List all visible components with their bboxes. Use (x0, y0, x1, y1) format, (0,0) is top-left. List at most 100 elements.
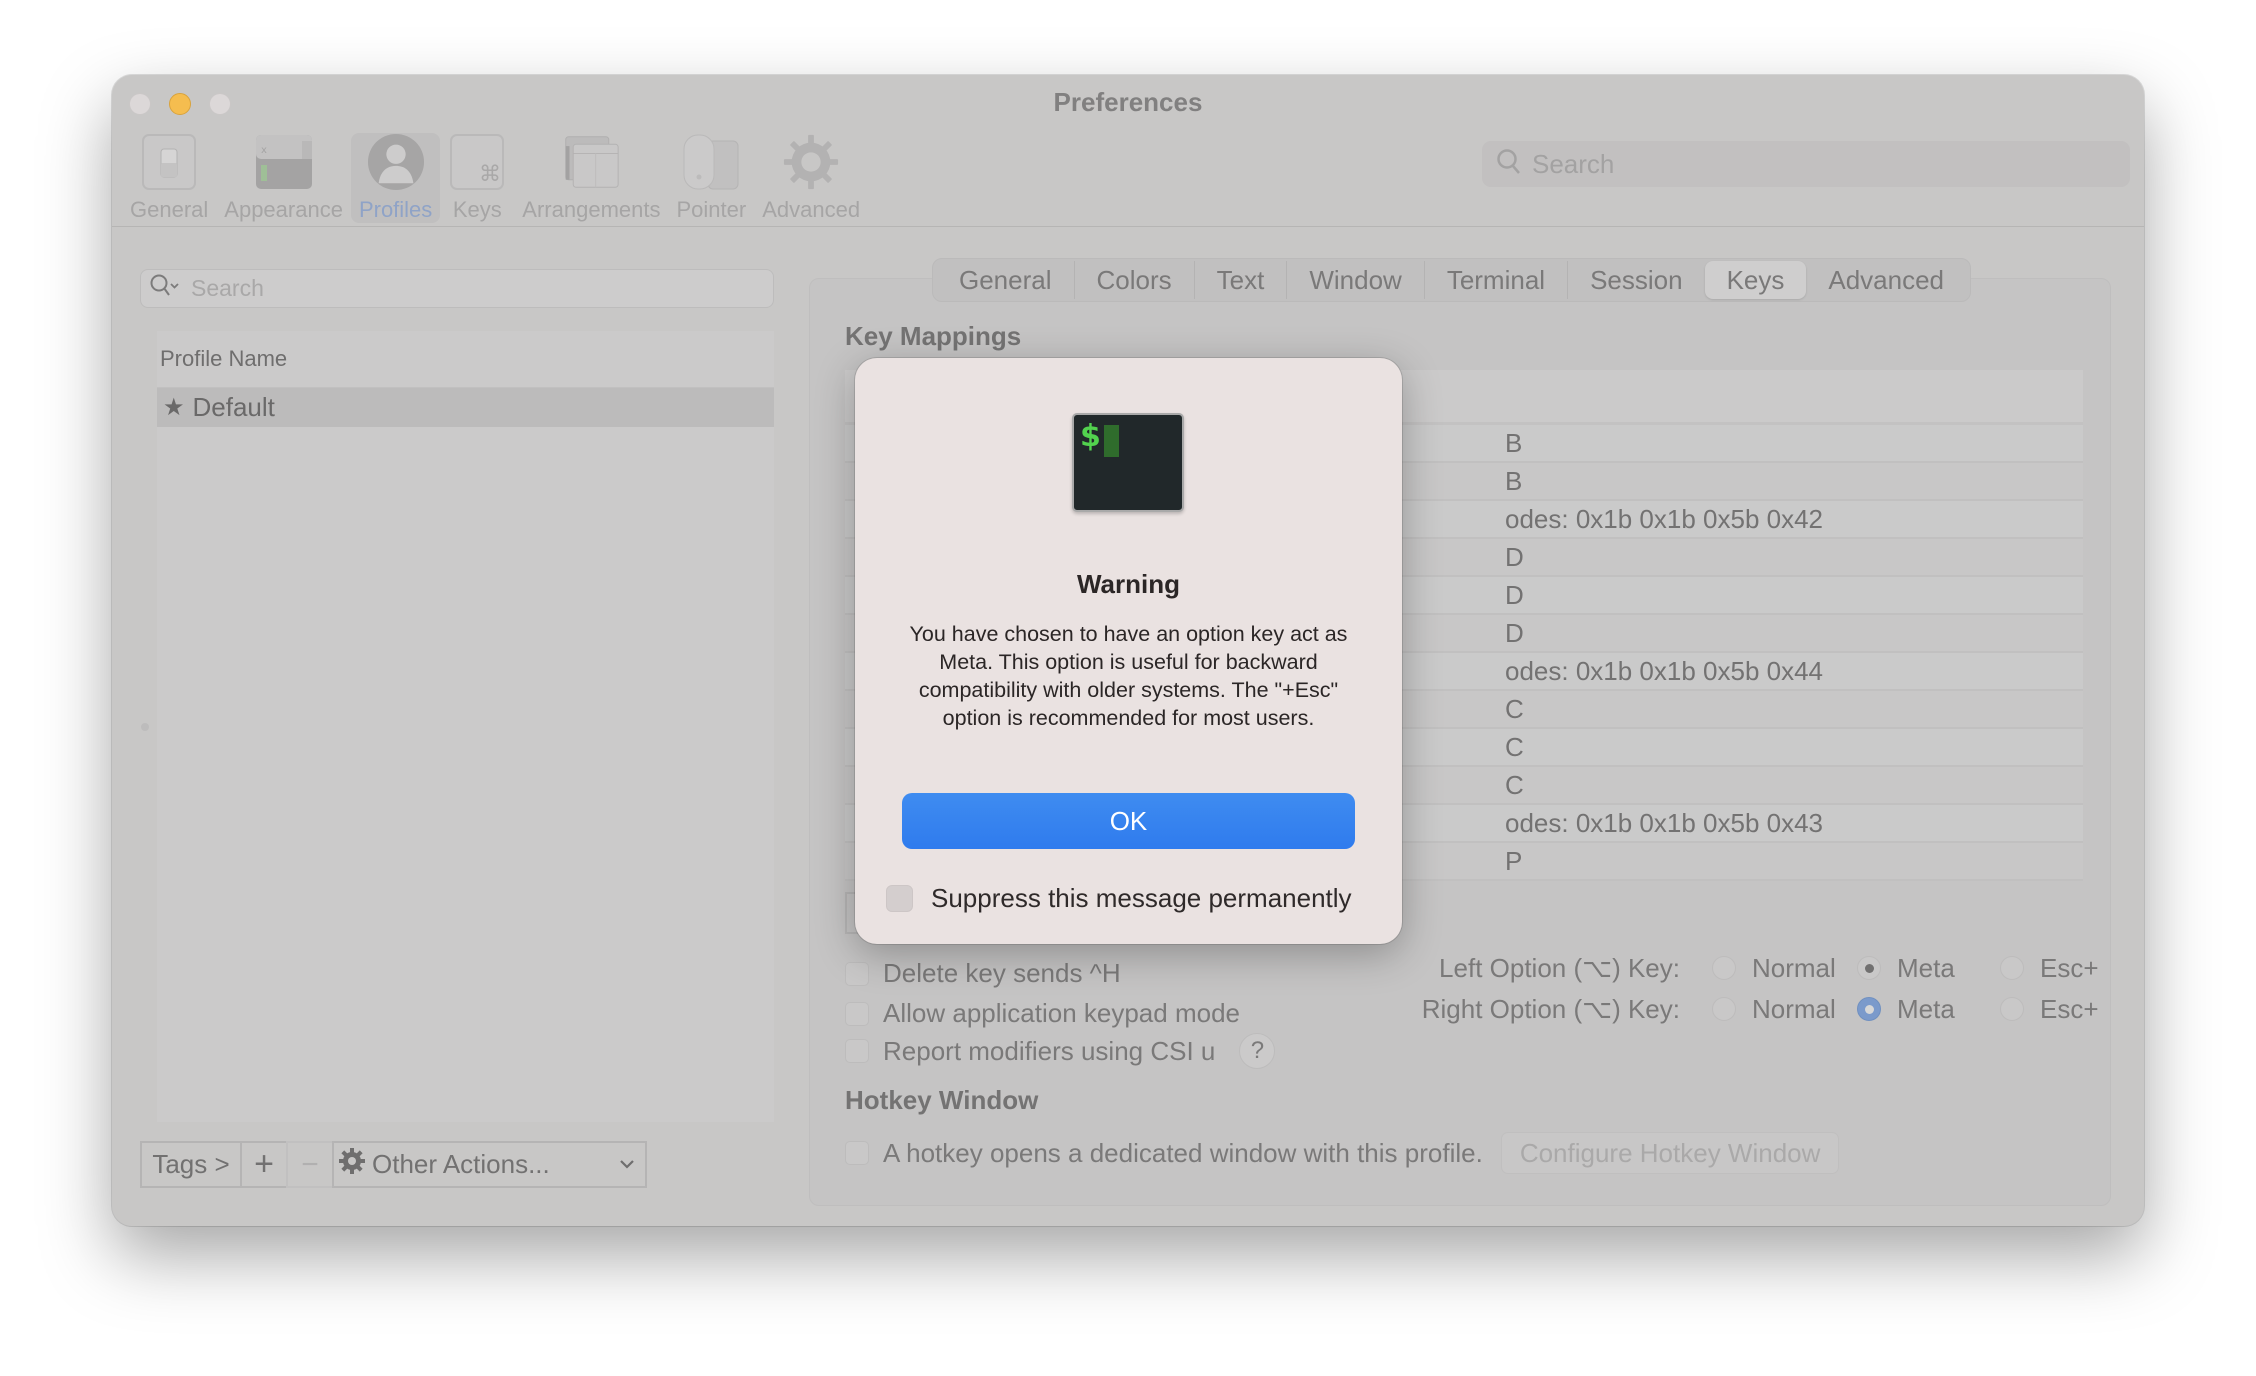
tab-general[interactable]: General (937, 261, 1075, 299)
help-button[interactable]: ? (1239, 1033, 1276, 1069)
chevron-down-icon (619, 1154, 635, 1175)
other-actions-label: Other Actions... (372, 1149, 550, 1179)
arrangements-windows-icon (562, 133, 620, 191)
titlebar: Preferences General x Appearance Profile… (112, 75, 2144, 227)
checkbox[interactable] (845, 1001, 869, 1026)
left-option-key-row: Left Option (⌥) Key: Normal Meta Esc+ (1412, 949, 2144, 987)
profile-search-field[interactable]: Search (140, 269, 774, 308)
tab-session[interactable]: Session (1568, 261, 1705, 299)
key-mapping-action: C (1505, 769, 1524, 800)
key-mapping-action: P (1505, 845, 1523, 876)
toolbar-item-general[interactable]: General (122, 133, 216, 223)
toolbar-label: Arrangements (522, 197, 661, 222)
key-mapping-action: odes: 0x1b 0x1b 0x5b 0x42 (1505, 503, 1824, 534)
profile-actions-bar: Tags > + − Other Actions... (140, 1141, 647, 1188)
toolbar-item-advanced[interactable]: Advanced (754, 133, 868, 223)
tab-window[interactable]: Window (1287, 261, 1425, 299)
radio-label: Esc+ (2040, 952, 2099, 983)
window-title: Preferences (1053, 87, 1203, 117)
configure-hotkey-window-button[interactable]: Configure Hotkey Window (1500, 1132, 1840, 1174)
tab-terminal[interactable]: Terminal (1425, 261, 1569, 299)
right-option-meta-radio[interactable] (1857, 997, 1881, 1021)
svg-text:x: x (261, 145, 267, 156)
checkbox-label: Delete key sends ^H (883, 958, 1121, 988)
suppress-checkbox[interactable] (886, 885, 913, 912)
left-option-normal-radio[interactable] (1712, 956, 1736, 980)
key-mapping-action: C (1505, 693, 1524, 724)
left-option-key-label: Left Option (⌥) Key: (1439, 952, 1680, 983)
preferences-search-field[interactable]: Search (1482, 141, 2130, 187)
left-option-esc-radio[interactable] (2000, 956, 2024, 980)
toolbar-item-pointer[interactable]: Pointer (668, 133, 754, 223)
toolbar-item-arrangements[interactable]: Arrangements (514, 133, 668, 223)
hotkey-window-row[interactable]: A hotkey opens a dedicated window with t… (845, 1132, 1840, 1174)
key-mapping-action: D (1505, 617, 1524, 648)
tab-colors[interactable]: Colors (1075, 261, 1195, 299)
warning-dialog: $ Warning You have chosen to have an opt… (855, 358, 1402, 944)
allow-keypad-mode-row[interactable]: Allow application keypad mode (845, 998, 1240, 1029)
toolbar-label: Profiles (358, 197, 433, 222)
star-icon: ★ (163, 394, 185, 421)
right-option-key-label: Right Option (⌥) Key: (1421, 993, 1680, 1024)
toolbar-item-appearance[interactable]: x Appearance (216, 133, 351, 223)
radio-label: Normal (1752, 952, 1836, 983)
key-mapping-action: odes: 0x1b 0x1b 0x5b 0x44 (1505, 655, 1824, 686)
delete-key-sends-ctrl-h-row[interactable]: Delete key sends ^H (845, 958, 1121, 989)
ok-button[interactable]: OK (902, 793, 1355, 849)
radio-label: Meta (1897, 993, 1955, 1024)
prompt-glyph: $ (1080, 419, 1101, 454)
dialog-message: You have chosen to have an option key ac… (909, 622, 1348, 730)
report-modifiers-csi-u-row[interactable]: Report modifiers using CSI u ? (845, 1033, 1276, 1069)
profile-row-default[interactable]: ★ Default (157, 388, 774, 427)
search-icon (1496, 148, 1522, 181)
tab-advanced[interactable]: Advanced (1806, 261, 1966, 299)
tab-text[interactable]: Text (1195, 261, 1288, 299)
search-placeholder: Search (191, 275, 264, 301)
tags-button[interactable]: Tags > (140, 1141, 242, 1188)
right-option-normal-radio[interactable] (1712, 997, 1736, 1021)
toolbar-label: Pointer (676, 197, 747, 222)
profile-person-icon (367, 133, 425, 191)
toolbar-label: General (130, 197, 209, 222)
gear-icon (782, 133, 840, 191)
key-mapping-action: B (1505, 465, 1523, 496)
other-actions-popup[interactable]: Other Actions... (332, 1141, 647, 1188)
preferences-toolbar: General x Appearance Profiles ⌘ Keys Arr… (122, 133, 868, 223)
suppress-label: Suppress this message permanently (931, 883, 1352, 913)
toolbar-item-profiles[interactable]: Profiles (350, 133, 441, 223)
split-view-handle[interactable] (141, 723, 149, 731)
hotkey-window-heading: Hotkey Window (845, 1085, 1039, 1115)
suppress-message-row[interactable]: Suppress this message permanently (886, 883, 1352, 914)
checkbox[interactable] (845, 1039, 869, 1063)
search-menu-icon (149, 273, 183, 304)
profile-name: Default (192, 392, 275, 422)
checkbox-label: A hotkey opens a dedicated window with t… (883, 1137, 1483, 1168)
mouse-pointer-icon (682, 133, 740, 191)
key-mappings-heading: Key Mappings (845, 321, 1022, 351)
general-switch-icon (140, 133, 198, 191)
checkbox-label: Report modifiers using CSI u (883, 1035, 1216, 1066)
dialog-title: Warning (1076, 569, 1181, 599)
checkbox[interactable] (845, 961, 869, 986)
terminal-app-icon: $ (1072, 413, 1184, 512)
toolbar-item-keys[interactable]: ⌘ Keys (440, 133, 514, 223)
tab-keys[interactable]: Keys (1704, 261, 1807, 299)
cursor-block (1104, 425, 1119, 457)
profile-name-column-header[interactable]: Profile Name (157, 331, 774, 388)
add-profile-button[interactable]: + (240, 1141, 288, 1188)
gear-icon (338, 1147, 366, 1182)
right-option-esc-radio[interactable] (2000, 997, 2024, 1021)
svg-text:⌘: ⌘ (479, 162, 501, 187)
command-key-icon: ⌘ (448, 133, 506, 191)
appearance-window-icon: x (255, 133, 313, 191)
key-mapping-action: C (1505, 731, 1524, 762)
radio-label: Meta (1897, 952, 1955, 983)
checkbox[interactable] (845, 1141, 869, 1165)
left-option-meta-radio[interactable] (1857, 956, 1881, 980)
key-mapping-action: odes: 0x1b 0x1b 0x5b 0x43 (1505, 807, 1824, 838)
profile-settings-tabs: General Colors Text Window Terminal Sess… (932, 258, 1972, 302)
search-placeholder: Search (1532, 148, 1615, 179)
toolbar-label: Advanced (762, 197, 861, 222)
remove-profile-button[interactable]: − (286, 1141, 334, 1188)
radio-label: Esc+ (2040, 993, 2099, 1024)
